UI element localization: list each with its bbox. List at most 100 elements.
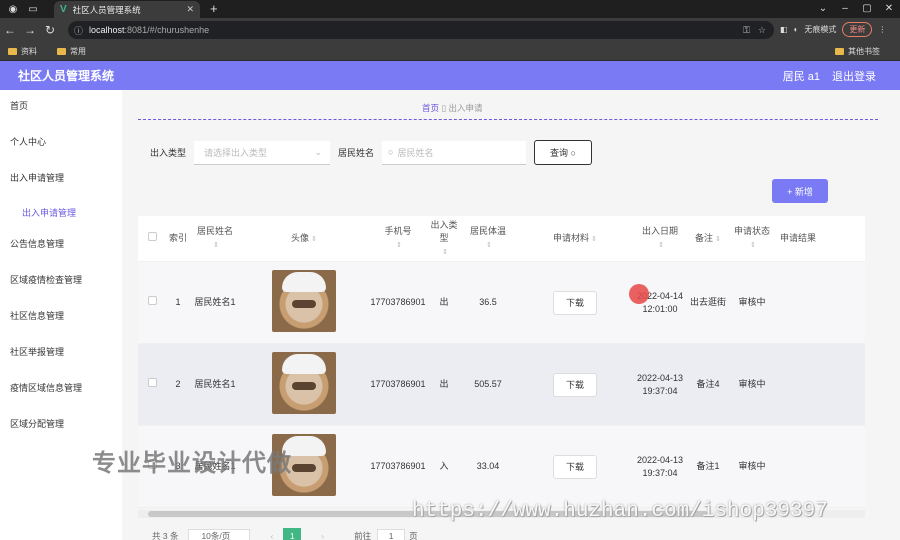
header-type[interactable]: 出入类型 ⇕ (428, 219, 460, 259)
add-button[interactable]: + 新增 (772, 179, 828, 203)
header-phone[interactable]: 手机号 ⇕ (368, 225, 428, 252)
reload-icon[interactable]: ↻ (40, 23, 60, 37)
download-button[interactable]: 下载 (553, 454, 597, 479)
avatar (272, 269, 336, 332)
sort-icon[interactable]: ⇕ (213, 242, 219, 249)
sort-icon[interactable]: ⇕ (750, 242, 756, 249)
filter-bar: 出入类型 请选择出入类型 ⌄ 居民姓名 ○ 居民姓名 查询 ○ (150, 140, 593, 165)
browser-menu-icon[interactable]: ◉ (6, 2, 20, 16)
sort-icon[interactable]: ⇕ (658, 242, 664, 249)
bookmarks-bar: 资料 常用 其他书签 (0, 42, 900, 61)
close-window-icon[interactable]: ✕ (878, 0, 900, 18)
sidebar-item-notices[interactable]: 公告信息管理 (0, 228, 122, 264)
next-page-icon[interactable]: › (321, 531, 324, 540)
sidebar-item-epidemic-check[interactable]: 区域疫情检查管理 (0, 264, 122, 300)
bookmark-folder-0[interactable]: 资料 (8, 46, 37, 57)
header-avatar[interactable]: 头像 ⇕ (240, 232, 368, 246)
incognito-icon: ◐ (793, 25, 799, 34)
sort-icon[interactable]: ⇕ (396, 242, 402, 249)
new-tab-icon[interactable]: + (210, 1, 218, 16)
sort-icon[interactable]: ⇕ (486, 242, 492, 249)
sidebar-item-area-allocation[interactable]: 区域分配管理 (0, 408, 122, 444)
update-button[interactable]: 更新 (842, 22, 873, 37)
sidebar-item-access-requests[interactable]: 出入申请管理 (0, 162, 122, 198)
sidebar-item-profile[interactable]: 个人中心 (0, 126, 122, 162)
cell-note: 备注4 (696, 379, 720, 389)
query-button[interactable]: 查询 ○ (534, 140, 593, 165)
other-bookmarks[interactable]: 其他书签 (835, 46, 880, 57)
header-date[interactable]: 出入日期 ⇕ (634, 225, 686, 252)
close-tab-icon[interactable]: ✕ (186, 4, 194, 15)
prev-page-icon[interactable]: ‹ (270, 531, 273, 540)
header-status[interactable]: 申请状态 ⇕ (730, 225, 774, 252)
maximize-icon[interactable]: ▢ (856, 0, 878, 18)
breadcrumb: 首页 ▯ 出入申请 (422, 102, 482, 114)
bookmark-folder-1[interactable]: 常用 (57, 46, 86, 57)
header-result: 申请结果 (779, 233, 816, 243)
sidepanel-icon[interactable]: ◧ (780, 25, 788, 34)
goto-label: 前往 (354, 531, 372, 540)
header-note[interactable]: 备注 ⇕ (686, 232, 730, 246)
cell-status: 审核中 (738, 461, 766, 471)
info-icon[interactable]: ⓘ (74, 24, 83, 37)
header-name[interactable]: 居民姓名 ⇕ (190, 225, 240, 252)
sidebar-item-home[interactable]: 首页 (0, 90, 122, 126)
table-header-row: 索引 居民姓名 ⇕ 头像 ⇕ 手机号 ⇕ 出入类型 ⇕ 居民体温 ⇕ 申请材料 ⇕ 出入日期… (138, 216, 865, 262)
cursor-highlight (629, 284, 649, 304)
minimize-icon[interactable]: – (834, 0, 856, 18)
page-suffix: 页 (409, 531, 418, 540)
total-count: 共 3 条 (152, 531, 179, 540)
page-size-select[interactable]: 10条/页 (188, 529, 251, 540)
tab-title: 社区人员管理系统 (72, 4, 141, 15)
select-all-checkbox[interactable] (147, 232, 157, 241)
sort-icon[interactable]: ⇕ (442, 249, 448, 256)
download-button[interactable]: 下载 (553, 372, 597, 397)
logout-link[interactable]: 退出登录 (832, 68, 876, 84)
cell-phone: 17703786901 (370, 461, 426, 471)
address-bar[interactable]: ⓘ localhost :8081/#/churushenhe ⚿ ☆ (68, 21, 774, 39)
sidebar-subitem-access-requests[interactable]: 出入申请管理 (0, 198, 122, 228)
page-number[interactable]: 1 (283, 528, 302, 540)
star-icon[interactable]: ☆ (758, 25, 766, 36)
back-icon[interactable]: ← (0, 23, 20, 37)
url-host: localhost (89, 25, 125, 35)
app-title: 社区人员管理系统 (18, 69, 115, 83)
cell-phone: 17703786901 (370, 379, 426, 389)
cell-index: 1 (175, 297, 181, 307)
header-material[interactable]: 申请材料 ⇕ (516, 232, 634, 246)
sort-icon[interactable]: ⇕ (715, 236, 721, 243)
current-user: 居民 a1 (782, 70, 820, 83)
cell-temp: 505.57 (474, 379, 502, 389)
row-checkbox[interactable] (147, 296, 157, 305)
header-temp[interactable]: 居民体温 ⇕ (460, 225, 516, 252)
sidebar-item-reports[interactable]: 社区举报管理 (0, 336, 122, 372)
cell-type: 出 (439, 297, 449, 307)
chevron-down-icon: ⌄ (314, 146, 323, 157)
goto-input[interactable]: 1 (377, 529, 406, 540)
sidebar-item-epidemic-areas[interactable]: 疫情区域信息管理 (0, 372, 122, 408)
row-checkbox[interactable] (147, 378, 157, 387)
cell-status: 审核中 (738, 379, 766, 389)
browser-tab[interactable]: V 社区人员管理系统 ✕ (54, 1, 200, 18)
sort-icon[interactable]: ⇕ (591, 236, 597, 243)
browser-toolbar: ← → ↻ ⓘ localhost :8081/#/churushenhe ⚿ … (0, 18, 900, 42)
more-icon[interactable]: ⋮ (878, 25, 886, 34)
type-filter-label: 出入类型 (150, 148, 187, 158)
breadcrumb-home[interactable]: 首页 (422, 103, 439, 113)
type-filter-select[interactable]: 请选择出入类型 ⌄ (194, 140, 331, 165)
watermark-url: https://www.huzhan.com/ishop39397 (412, 500, 828, 523)
forward-icon[interactable]: → (20, 23, 40, 37)
tab-list-icon[interactable]: ▭ (26, 2, 40, 16)
chevron-down-icon[interactable]: ⌄ (812, 0, 834, 18)
name-filter-input[interactable]: ○ 居民姓名 (382, 140, 527, 165)
header-index: 索引 (168, 233, 187, 243)
url-path: :8081/#/churushenhe (124, 25, 210, 35)
download-button[interactable]: 下载 (553, 290, 597, 315)
cell-date: 2022-04-13 19:37:04 (636, 372, 684, 396)
sidebar-item-community[interactable]: 社区信息管理 (0, 300, 122, 336)
search-icon: ○ (388, 147, 394, 157)
sort-icon[interactable]: ⇕ (311, 236, 317, 243)
folder-icon (57, 47, 66, 55)
key-icon[interactable]: ⚿ (743, 25, 750, 36)
cell-temp: 36.5 (479, 297, 497, 307)
